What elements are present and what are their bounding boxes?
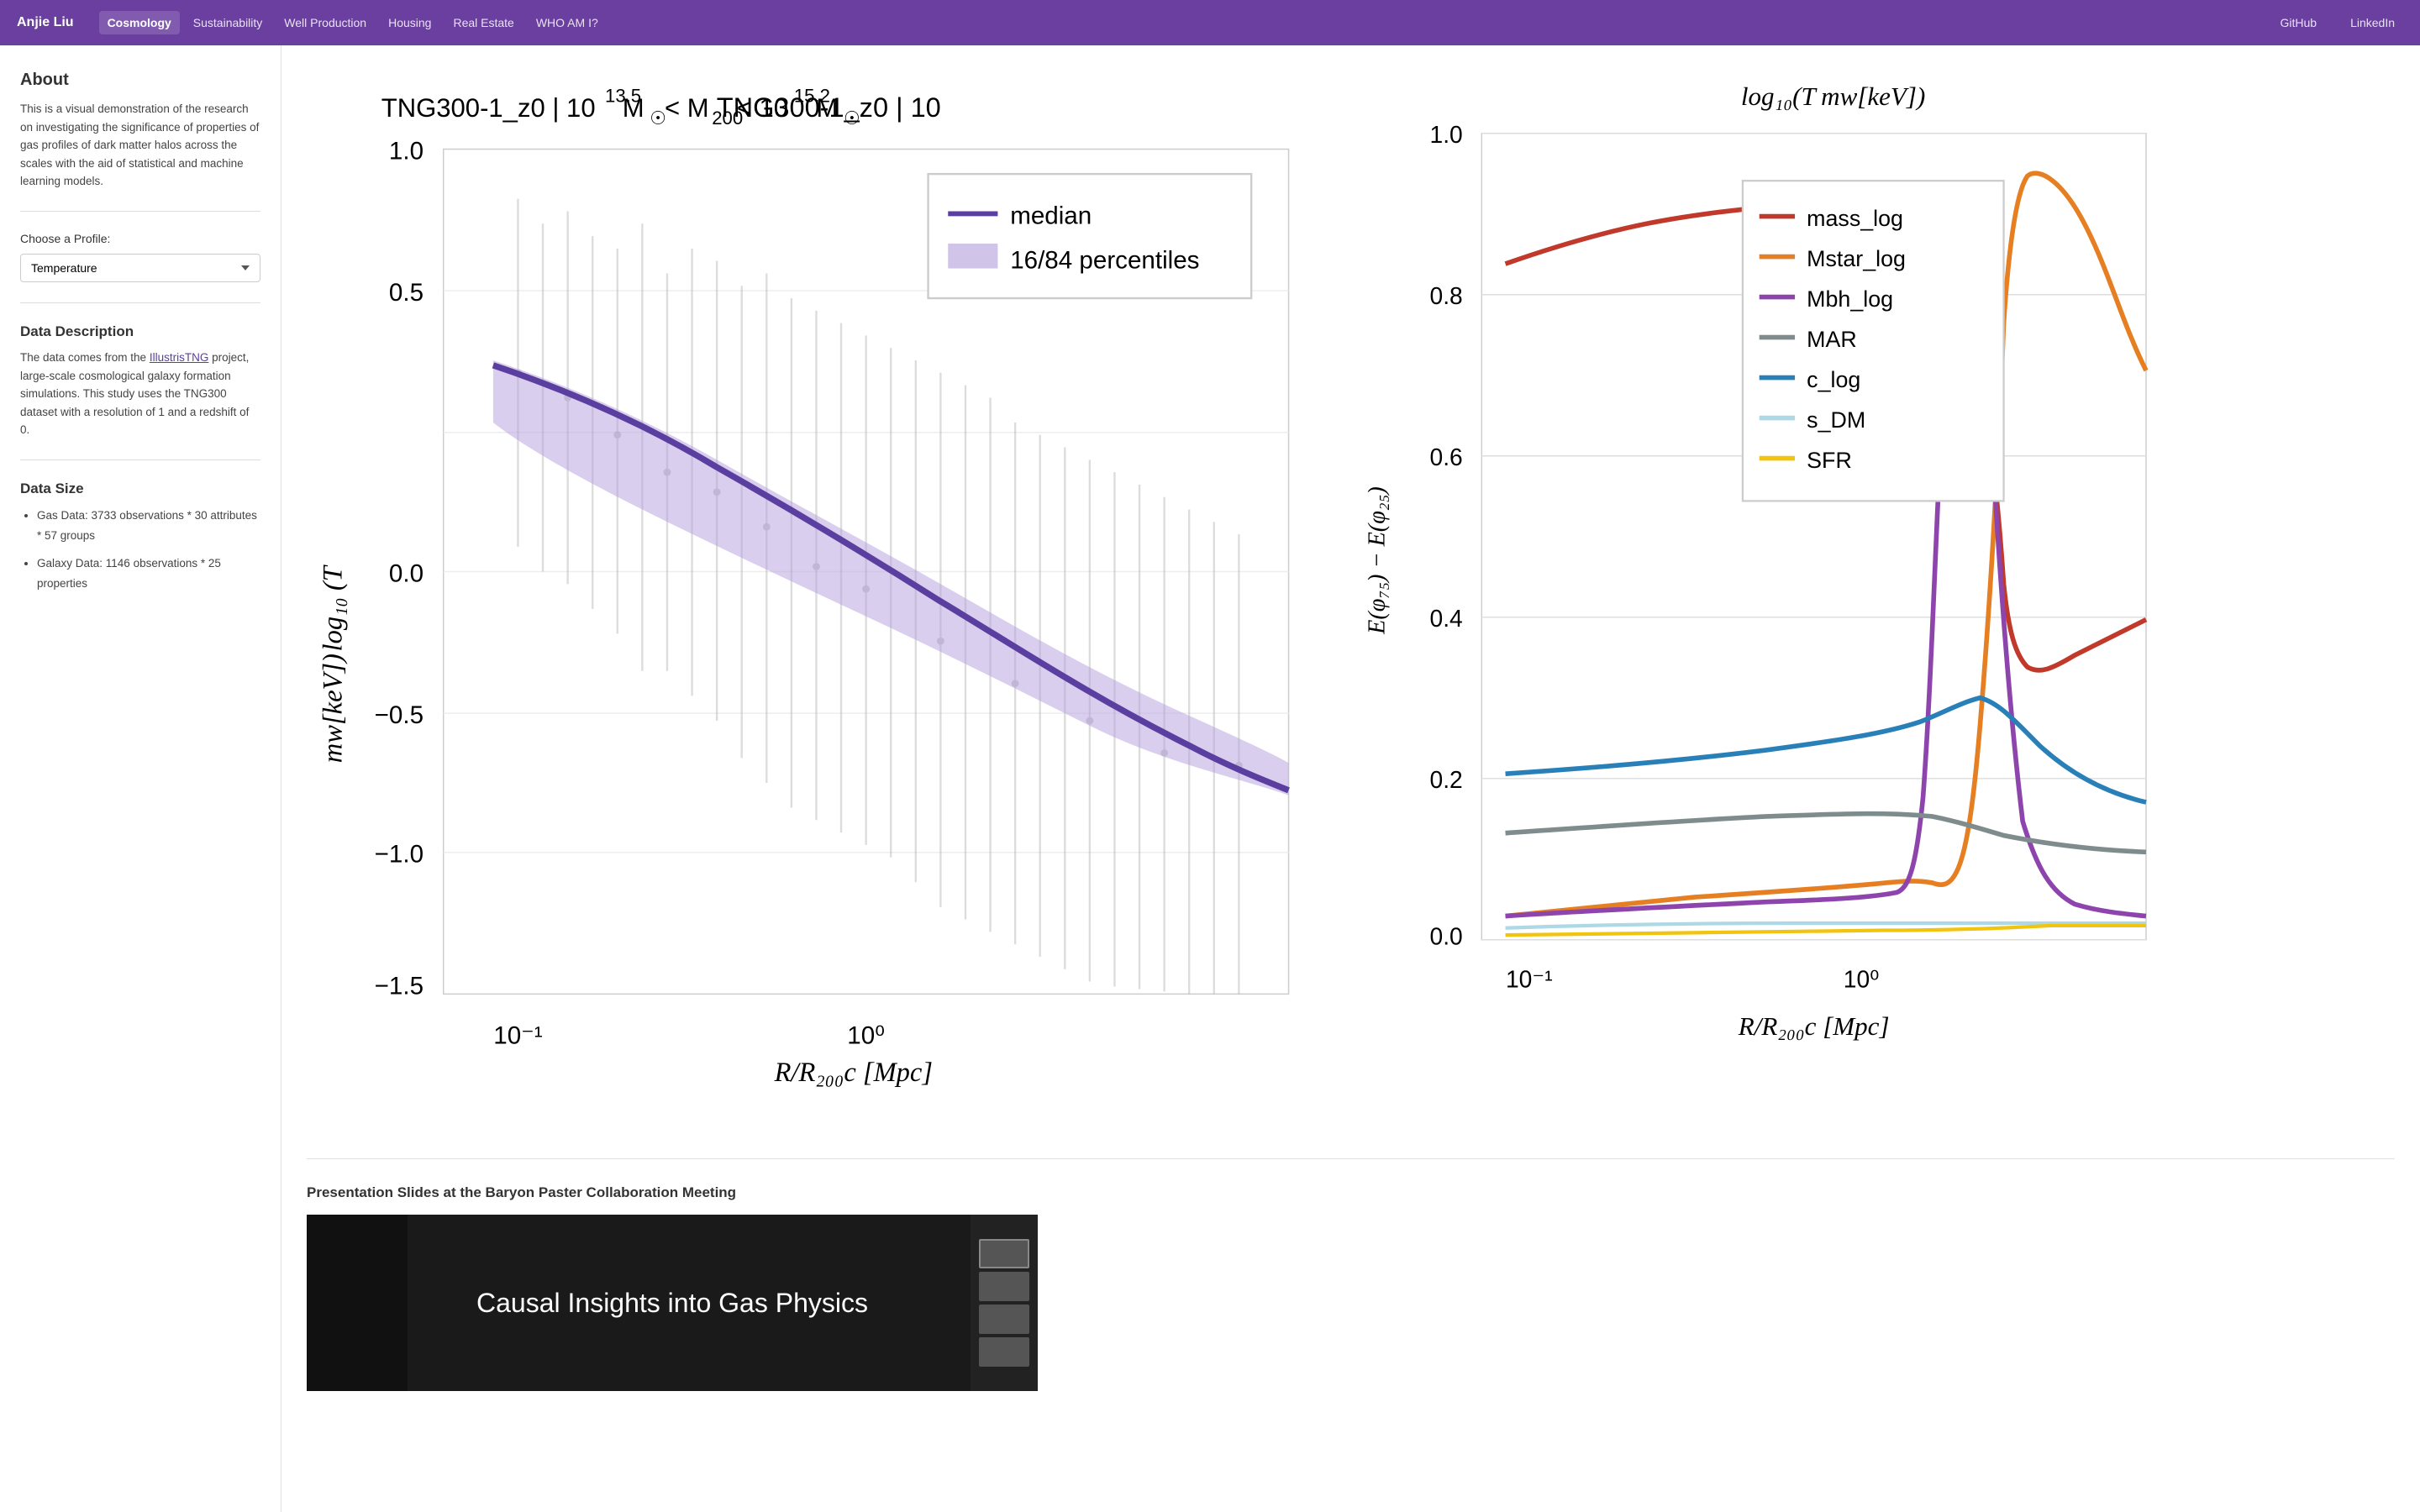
svg-text:16/84 percentiles: 16/84 percentiles <box>1010 247 1199 275</box>
svg-text:0.2: 0.2 <box>1429 766 1462 793</box>
slide-left-panel <box>307 1215 408 1391</box>
slide-thumb-3[interactable] <box>979 1305 1029 1334</box>
slide-thumb-2[interactable] <box>979 1272 1029 1301</box>
svg-text:☉: ☉ <box>844 108 860 129</box>
svg-text:s_DM: s_DM <box>1807 407 1865 433</box>
svg-text:0.0: 0.0 <box>389 559 424 587</box>
navbar: Anjie Liu Cosmology Sustainability Well … <box>0 0 2420 45</box>
slide-thumb-4[interactable] <box>979 1337 1029 1367</box>
nav-well-production[interactable]: Well Production <box>276 11 375 34</box>
data-size-item-1: Gas Data: 3733 observations * 30 attribu… <box>37 506 260 547</box>
svg-text:Mbh_log: Mbh_log <box>1807 286 1893 312</box>
svg-text:1.0: 1.0 <box>389 137 424 165</box>
about-text: This is a visual demonstration of the re… <box>20 100 260 191</box>
chart1-container: TNG300-1_z0 | 10 TNG300-1_z0 | 10 13.5 M… <box>307 62 1351 1133</box>
slide-thumb-1[interactable] <box>979 1239 1029 1268</box>
data-desc-text-1: The data comes from the <box>20 351 150 364</box>
svg-text:−0.5: −0.5 <box>375 701 424 729</box>
svg-text:c_log: c_log <box>1807 367 1860 392</box>
svg-text:median: median <box>1010 202 1092 229</box>
svg-text:0.5: 0.5 <box>389 279 424 307</box>
sidebar: About This is a visual demonstration of … <box>0 45 281 1512</box>
data-desc-text-2: project, large-scale cosmological galaxy… <box>20 351 249 436</box>
svg-text:1.0: 1.0 <box>1429 121 1462 148</box>
nav-real-estate[interactable]: Real Estate <box>445 11 522 34</box>
svg-text:10⁻¹: 10⁻¹ <box>493 1022 543 1050</box>
svg-text:0.6: 0.6 <box>1429 444 1462 470</box>
svg-text:log₁₀(T: log₁₀(T <box>1740 81 1818 111</box>
svg-text:mw[keV]): mw[keV]) <box>318 654 348 763</box>
svg-text:M: M <box>623 93 644 123</box>
divider-2 <box>20 302 260 303</box>
page-layout: About This is a visual demonstration of … <box>0 45 2420 1512</box>
svg-text:−1.5: −1.5 <box>375 972 424 1000</box>
data-desc-heading: Data Description <box>20 323 260 340</box>
svg-text:10⁰: 10⁰ <box>847 1022 885 1050</box>
main-content: TNG300-1_z0 | 10 TNG300-1_z0 | 10 13.5 M… <box>281 45 2420 1512</box>
svg-text:10⁰: 10⁰ <box>1843 965 1879 992</box>
svg-text:SFR: SFR <box>1807 448 1852 473</box>
svg-text:TNG300-1_z0 | 10: TNG300-1_z0 | 10 <box>381 93 596 123</box>
slide-main-text: Causal Insights into Gas Physics <box>476 1288 868 1319</box>
svg-text:< M: < M <box>665 93 709 123</box>
svg-text:R/R₂₀₀c [Mpc]: R/R₂₀₀c [Mpc] <box>774 1058 933 1088</box>
presentation-title: Presentation Slides at the Baryon Paster… <box>307 1184 2395 1201</box>
svg-text:10⁻¹: 10⁻¹ <box>1505 965 1552 992</box>
nav-who-am-i[interactable]: WHO AM I? <box>528 11 607 34</box>
nav-links: Cosmology Sustainability Well Production… <box>99 11 2272 34</box>
data-desc-text: The data comes from the IllustrisTNG pro… <box>20 349 260 439</box>
presentation-slide: Causal Insights into Gas Physics <box>307 1215 1038 1391</box>
brand-name[interactable]: Anjie Liu <box>17 15 74 30</box>
svg-text:0.4: 0.4 <box>1429 605 1462 632</box>
illustristng-link[interactable]: IllustrisTNG <box>150 351 209 364</box>
nav-linkedin[interactable]: LinkedIn <box>2342 11 2403 34</box>
chart2-container: log₁₀(T mw[keV]) 1.0 0.8 <box>1351 62 2396 1084</box>
nav-cosmology[interactable]: Cosmology <box>99 11 180 34</box>
data-size-list: Gas Data: 3733 observations * 30 attribu… <box>20 506 260 594</box>
svg-text:Mstar_log: Mstar_log <box>1807 246 1906 271</box>
chart1-svg: TNG300-1_z0 | 10 TNG300-1_z0 | 10 13.5 M… <box>307 62 1351 1131</box>
data-size-heading: Data Size <box>20 480 260 497</box>
svg-text:0.8: 0.8 <box>1429 282 1462 309</box>
svg-text:R/R₂₀₀c [Mpc]: R/R₂₀₀c [Mpc] <box>1737 1011 1889 1041</box>
about-heading: About <box>20 71 260 90</box>
profile-label: Choose a Profile: <box>20 232 260 245</box>
chart2-svg: log₁₀(T mw[keV]) 1.0 0.8 <box>1351 62 2396 1082</box>
nav-right-links: GitHub LinkedIn <box>2271 11 2403 34</box>
svg-text:E(φ₇₅) − E(φ₂₅): E(φ₇₅) − E(φ₂₅) <box>1364 486 1390 635</box>
nav-housing[interactable]: Housing <box>380 11 439 34</box>
divider-3 <box>20 459 260 460</box>
data-size-item-2: Galaxy Data: 1146 observations * 25 prop… <box>37 554 260 595</box>
svg-text:mw[keV]): mw[keV]) <box>1821 81 1925 111</box>
profile-select[interactable]: TemperatureDensityPressureEntropy <box>20 254 260 282</box>
nav-github[interactable]: GitHub <box>2271 11 2325 34</box>
nav-sustainability[interactable]: Sustainability <box>185 11 271 34</box>
presentation-section: Presentation Slides at the Baryon Paster… <box>307 1184 2395 1391</box>
divider-1 <box>20 211 260 212</box>
svg-text:mass_log: mass_log <box>1807 206 1903 231</box>
svg-text:log₁₀ (T: log₁₀ (T <box>318 564 348 651</box>
svg-text:< 10: < 10 <box>737 93 788 123</box>
svg-text:MAR: MAR <box>1807 327 1857 352</box>
svg-text:0.0: 0.0 <box>1429 922 1462 949</box>
slide-right-panel <box>971 1215 1038 1391</box>
svg-text:−1.0: −1.0 <box>375 841 424 869</box>
svg-text:M: M <box>816 93 838 123</box>
charts-row: TNG300-1_z0 | 10 TNG300-1_z0 | 10 13.5 M… <box>307 62 2395 1159</box>
